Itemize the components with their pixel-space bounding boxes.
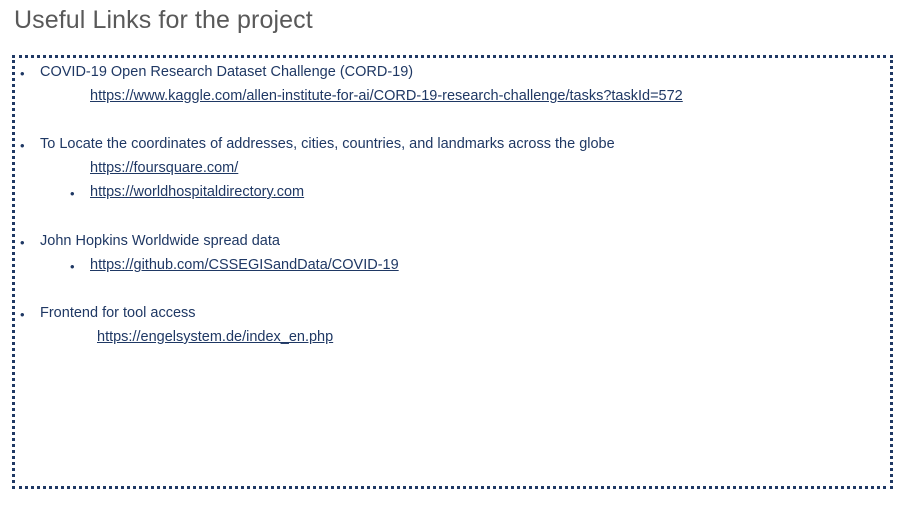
- section-heading-cord19: COVID-19 Open Research Dataset Challenge…: [40, 64, 414, 80]
- section-heading-frontend: Frontend for tool access: [40, 305, 196, 321]
- slide-title: Useful Links for the project: [14, 6, 313, 34]
- section-heading-johnhopkins: John Hopkins Worldwide spread data: [40, 233, 280, 249]
- section-heading-geolocation: To Locate the coordinates of addresses, …: [40, 136, 615, 152]
- bullet-icon: •: [20, 307, 25, 322]
- bullet-icon: •: [20, 235, 25, 250]
- link-foursquare[interactable]: https://foursquare.com/: [90, 160, 238, 176]
- link-engelsystem[interactable]: https://engelsystem.de/index_en.php: [97, 329, 333, 345]
- bullet-icon: •: [20, 138, 25, 153]
- link-worldhospitaldirectory[interactable]: https://worldhospitaldirectory.com: [90, 184, 304, 200]
- link-github-covid19[interactable]: https://github.com/CSSEGISandData/COVID-…: [90, 257, 399, 273]
- link-kaggle-cord19[interactable]: https://www.kaggle.com/allen-institute-f…: [90, 88, 683, 104]
- bullet-icon: •: [70, 259, 75, 274]
- bullet-icon: •: [20, 66, 25, 81]
- bullet-icon: •: [70, 186, 75, 201]
